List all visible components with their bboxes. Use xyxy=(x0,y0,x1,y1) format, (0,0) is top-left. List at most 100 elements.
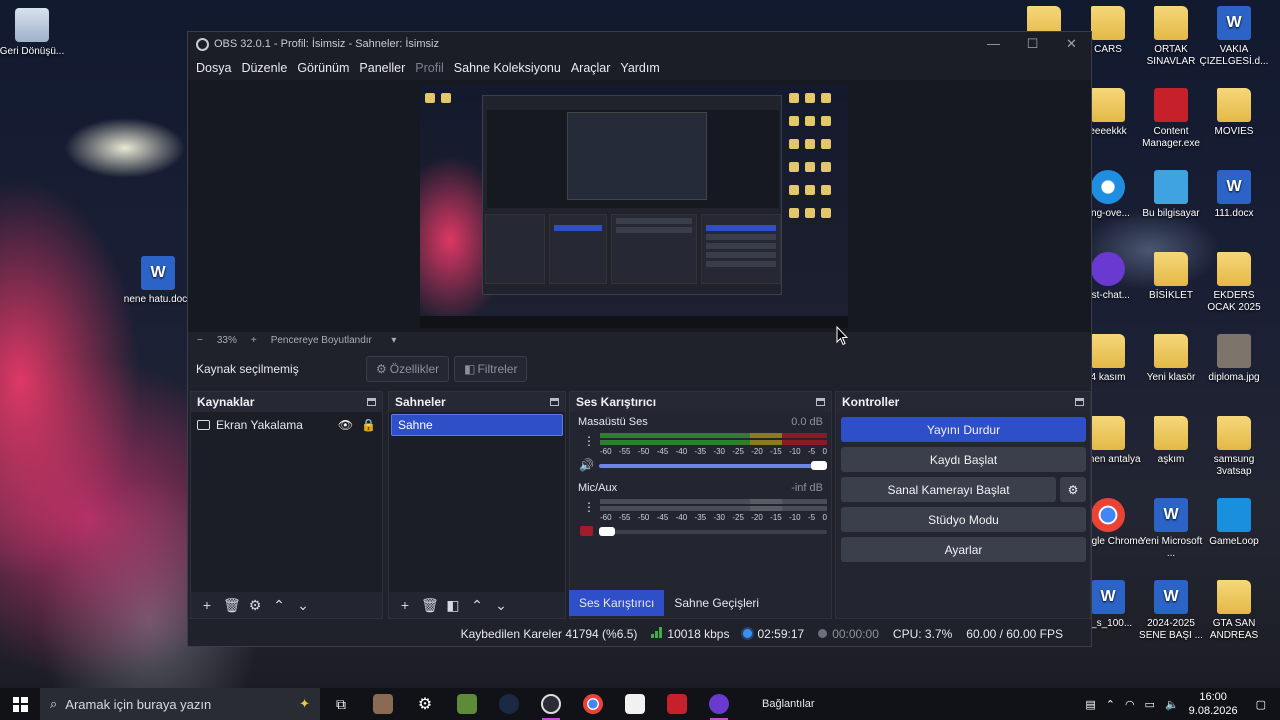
menu-item-dosya[interactable]: Dosya xyxy=(196,61,231,75)
menu-item-yardım[interactable]: Yardım xyxy=(620,61,659,75)
scene-item[interactable]: Sahne xyxy=(391,414,563,436)
source-item[interactable]: Ekran Yakalama 👁 🔒 xyxy=(191,414,382,436)
kebab-icon[interactable]: ⋮ xyxy=(583,434,595,448)
volume-icon[interactable]: 🔈 xyxy=(1165,698,1179,711)
desktop-icon[interactable]: Bu bilgisayar xyxy=(1135,170,1207,220)
minecraft-icon xyxy=(457,694,477,714)
trash-icon[interactable]: 🗑 xyxy=(223,597,241,614)
desktop-icon[interactable]: Yeni klasör xyxy=(1135,334,1207,384)
taskbar-app-obs[interactable] xyxy=(530,688,572,720)
tab-audio-mixer[interactable]: Ses Karıştırıcı xyxy=(569,590,665,616)
db-tick-label: -5 xyxy=(807,513,816,522)
undock-icon[interactable] xyxy=(367,398,376,406)
zoom-out-button[interactable]: − xyxy=(197,335,203,346)
volume-slider-handle[interactable] xyxy=(811,461,827,470)
add-icon[interactable]: + xyxy=(199,597,215,613)
preview-area[interactable] xyxy=(188,80,1091,332)
minimize-button[interactable]: — xyxy=(974,36,1013,52)
desktop-icon[interactable]: samsung 3vatsap xyxy=(1198,416,1270,478)
desktop-icon[interactable]: aşkım xyxy=(1135,416,1207,466)
fit-to-window-select[interactable]: Pencereye Boyutlandır ▾ xyxy=(271,335,397,346)
volume-slider[interactable] xyxy=(599,530,827,534)
taskbar-app-chrome[interactable] xyxy=(572,688,614,720)
taskbar: ⌕ Aramak için buraya yazın ✦ ⧉ ⚙ Bağlant… xyxy=(0,688,1280,720)
settings-button[interactable]: Ayarlar xyxy=(841,537,1086,562)
eye-icon[interactable]: 👁 xyxy=(338,418,353,432)
move-down-icon[interactable]: ⌄ xyxy=(295,597,311,614)
desktop-icon[interactable]: GTA SAN ANDREAS xyxy=(1198,580,1270,642)
level-meter xyxy=(600,440,827,445)
desktop-icon[interactable]: W Yeni Microsoft ... xyxy=(1135,498,1207,560)
taskbar-app-ghost[interactable] xyxy=(698,688,740,720)
taskbar-app-settings[interactable]: ⚙ xyxy=(404,688,446,720)
desktop-icon[interactable]: W 111.docx xyxy=(1198,170,1270,220)
desktop-icon-nene-hatu[interactable]: W nene hatu.docx xyxy=(122,256,194,306)
scene-filter-icon[interactable]: ◧ xyxy=(445,597,461,614)
add-icon[interactable]: + xyxy=(397,597,413,613)
move-down-icon[interactable]: ⌄ xyxy=(493,597,509,614)
taskbar-app-photo[interactable] xyxy=(362,688,404,720)
start-recording-button[interactable]: Kaydı Başlat xyxy=(841,447,1086,472)
lock-icon[interactable]: 🔒 xyxy=(361,418,376,432)
move-up-icon[interactable]: ⌃ xyxy=(271,597,287,614)
news-icon[interactable]: ▤ xyxy=(1085,698,1095,711)
muted-speaker-icon[interactable] xyxy=(580,526,593,536)
clock[interactable]: 16:00 9.08.2026 xyxy=(1189,690,1238,718)
desktop-icon-label: GameLoop xyxy=(1209,536,1259,547)
move-up-icon[interactable]: ⌃ xyxy=(469,597,485,614)
taskbar-app-minecraft[interactable] xyxy=(446,688,488,720)
stop-stream-button[interactable]: Yayını Durdur xyxy=(841,417,1086,442)
speaker-icon[interactable]: 🔊 xyxy=(579,458,594,472)
start-button[interactable] xyxy=(0,696,40,712)
kebab-icon[interactable]: ⋮ xyxy=(583,500,595,514)
menu-item-araçlar[interactable]: Araçlar xyxy=(571,61,611,75)
recycle-bin-icon xyxy=(15,8,49,42)
desktop-icon[interactable]: GameLoop xyxy=(1198,498,1270,548)
desktop-icon[interactable]: diploma.jpg xyxy=(1198,334,1270,384)
notification-icon[interactable]: ▢ xyxy=(1256,698,1266,711)
battery-icon[interactable]: ▭ xyxy=(1145,698,1155,711)
desktop-icon[interactable]: W 2024-2025 SENE BAŞI ... xyxy=(1135,580,1207,642)
desktop-icon[interactable]: EKDERS OCAK 2025 xyxy=(1198,252,1270,314)
task-view-button[interactable]: ⧉ xyxy=(320,688,362,720)
volume-slider-handle[interactable] xyxy=(599,527,615,536)
properties-button[interactable]: ⚙ Özellikler xyxy=(366,356,450,382)
tab-scene-transitions[interactable]: Sahne Geçişleri xyxy=(664,590,770,616)
menu-item-düzenle[interactable]: Düzenle xyxy=(241,61,287,75)
undock-icon[interactable] xyxy=(816,398,825,406)
taskbar-app-content-manager[interactable] xyxy=(656,688,698,720)
menu-item-paneller[interactable]: Paneller xyxy=(359,61,405,75)
studio-mode-button[interactable]: Stüdyo Modu xyxy=(841,507,1086,532)
menu-item-görünüm[interactable]: Görünüm xyxy=(297,61,349,75)
zoom-in-button[interactable]: + xyxy=(251,335,257,346)
desktop-icon[interactable]: MOVIES xyxy=(1198,88,1270,138)
filters-button[interactable]: ◧ Filtreler xyxy=(454,356,528,382)
close-button[interactable]: ✕ xyxy=(1052,36,1091,52)
chevron-up-icon[interactable]: ⌃ xyxy=(1106,698,1115,711)
menu-item-sahne-koleksiyonu[interactable]: Sahne Koleksiyonu xyxy=(454,61,561,75)
desktop-icon-label: EKDERS OCAK 2025 xyxy=(1207,290,1261,313)
maximize-button[interactable]: ☐ xyxy=(1013,36,1052,52)
wifi-icon[interactable]: ◠ xyxy=(1125,698,1135,711)
taskbar-app-steam[interactable] xyxy=(488,688,530,720)
trash-icon[interactable]: 🗑 xyxy=(421,597,439,614)
gear-icon[interactable]: ⚙ xyxy=(247,597,263,614)
undock-icon[interactable] xyxy=(550,398,559,406)
preview-canvas[interactable] xyxy=(420,85,848,328)
desktop-icon[interactable]: ORTAK SINAVLAR xyxy=(1135,6,1207,68)
desktop-icon[interactable]: Content Manager.exe xyxy=(1135,88,1207,150)
start-virtual-camera-button[interactable]: Sanal Kamerayı Başlat xyxy=(841,477,1056,502)
desktop-icon-recycle-bin[interactable]: Geri Dönüşü... xyxy=(0,8,68,58)
db-tick-label: -10 xyxy=(789,447,801,456)
channel-db: -inf dB xyxy=(791,482,823,494)
undock-icon[interactable] xyxy=(1075,398,1084,406)
desktop-icon[interactable]: BİSİKLET xyxy=(1135,252,1207,302)
volume-slider[interactable] xyxy=(599,464,827,468)
taskbar-app-store[interactable] xyxy=(614,688,656,720)
desktop-icon[interactable]: W VAKIA ÇIZELGESİ.d... xyxy=(1198,6,1270,68)
taskbar-search[interactable]: ⌕ Aramak için buraya yazın ✦ xyxy=(40,688,320,720)
menu-item-profil[interactable]: Profil xyxy=(415,61,443,75)
taskbar-links-label[interactable]: Bağlantılar xyxy=(762,698,815,710)
virtual-camera-settings-button[interactable]: ⚙ xyxy=(1060,477,1086,502)
db-tick-label: -25 xyxy=(732,447,744,456)
